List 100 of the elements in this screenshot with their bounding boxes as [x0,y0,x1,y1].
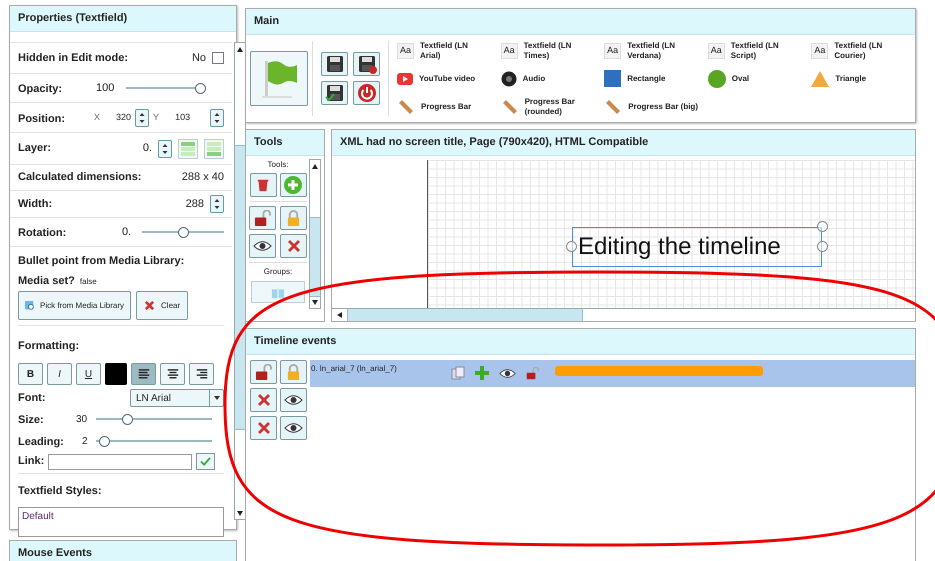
power-button[interactable] [353,81,380,105]
underline-button[interactable]: U [76,363,101,385]
show-button[interactable] [249,234,276,258]
spinner-button[interactable] [135,108,150,126]
element-button[interactable]: Progress Bar (rounded) [500,95,604,118]
confirm-button[interactable] [196,453,216,470]
text-icon: Aa [604,42,622,58]
field-label: Hidden in Edit mode: [18,50,128,66]
align-center-button[interactable] [160,363,185,385]
row-label: 0. ln_arial_7 (ln_arial_7) [311,363,398,375]
italic-button[interactable]: I [47,363,72,385]
spinner-button[interactable] [158,140,172,158]
hide-locked-button[interactable] [250,416,277,440]
up-arrow-icon[interactable] [312,164,318,168]
hide-button[interactable] [250,388,277,412]
slider-track[interactable] [126,82,206,94]
slider-track[interactable] [96,414,212,424]
scrollbar[interactable] [309,159,321,309]
stick-icon [397,98,415,116]
spinner-button[interactable] [210,195,224,213]
canvas-grid[interactable]: Editing the timeline [427,160,915,308]
eye-icon [284,394,303,406]
checkbox[interactable] [212,52,224,64]
element-button[interactable]: Progress Bar [397,95,501,118]
text-icon: Aa [397,42,414,58]
add-button[interactable] [280,173,306,197]
element-button[interactable]: Aa Textfield (LN Script) [708,39,812,62]
element-button[interactable]: Aa Textfield (LN Times) [500,39,604,62]
element-button[interactable]: Audio [500,67,604,90]
resize-handle[interactable] [817,241,828,252]
section-label: Groups: [264,266,292,278]
show-locked-button[interactable] [280,416,307,440]
field-label: Formatting: [18,340,80,352]
down-arrow-icon[interactable] [237,510,243,516]
eye-icon [499,368,516,378]
clear-button[interactable]: Clear [136,291,188,320]
slider-thumb[interactable] [178,226,188,238]
horizontal-scrollbar[interactable] [332,308,915,321]
save-close-button[interactable] [353,52,380,76]
save-button[interactable] [321,52,348,76]
element-button[interactable]: Aa Textfield (LN Arial) [397,39,501,62]
field-value: 100 [96,80,116,96]
square-icon [604,70,622,87]
unlock-button[interactable] [249,206,276,230]
resize-handle[interactable] [817,221,828,232]
slider-track[interactable] [142,226,224,238]
pick-media-button[interactable]: Pick from Media Library [18,291,132,320]
slider-thumb[interactable] [99,436,110,446]
element-button[interactable]: Triangle [811,67,915,90]
resize-handle[interactable] [566,241,577,252]
field-label: Link: [18,454,44,470]
slider-thumb[interactable] [195,82,206,94]
selected-textfield[interactable]: Editing the timeline [572,227,822,267]
align-right-icon [194,368,208,380]
panel-title: Properties (Textfield) [18,11,128,26]
stick-icon [604,98,622,116]
spinner-button[interactable] [210,108,224,126]
delete-button[interactable] [250,173,276,197]
element-button[interactable]: Aa Textfield (LN Verdana) [604,39,708,62]
styles-list[interactable]: Default [18,507,224,537]
field-value: 0. [122,224,132,240]
save-check-button[interactable] [321,81,348,105]
left-arrow-icon[interactable] [337,312,342,318]
field-value: 0. [142,141,152,156]
slider-thumb[interactable] [122,414,134,424]
align-right-button[interactable] [189,363,214,385]
show-button[interactable] [280,388,307,412]
element-button[interactable]: Oval [708,67,812,90]
timeline-row[interactable]: 0. ln_arial_7 (ln_arial_7) [310,360,915,387]
hide-button[interactable] [280,234,307,258]
unlock-button[interactable] [250,360,277,384]
stick-icon [500,98,519,116]
group-button[interactable] [251,281,305,303]
up-arrow-icon[interactable] [237,46,243,52]
element-button[interactable]: Progress Bar (big) [604,95,708,118]
font-dropdown[interactable]: LN Arial [130,389,224,407]
list-item: Default [22,510,55,524]
element-button[interactable]: Rectangle [604,67,708,90]
field-label: Media set? [18,274,75,288]
color-swatch[interactable] [105,363,127,385]
slider-track[interactable] [96,436,212,446]
field-label: Opacity: [18,83,62,95]
align-left-button[interactable] [131,363,156,385]
flag-button[interactable] [250,51,308,106]
mouse-events-panel[interactable]: Mouse Events [9,540,237,561]
field-label: Calculated dimensions: [18,170,142,186]
field-label: Font: [18,390,46,406]
link-input[interactable] [48,454,192,470]
power-icon [356,83,376,103]
element-button[interactable]: Aa Textfield (LN Courier) [811,39,915,62]
field-label: Width: [18,196,52,212]
down-arrow-icon[interactable] [312,300,318,304]
bold-button[interactable]: B [18,363,43,385]
unlock-icon [526,366,539,380]
triangle-icon [811,70,830,86]
section-label: Tools: [268,159,288,171]
element-button[interactable]: YouTube video [397,67,501,90]
up-down-arrows-icon [139,112,146,124]
floppy-power-icon [356,54,376,74]
align-left-icon [136,368,150,380]
